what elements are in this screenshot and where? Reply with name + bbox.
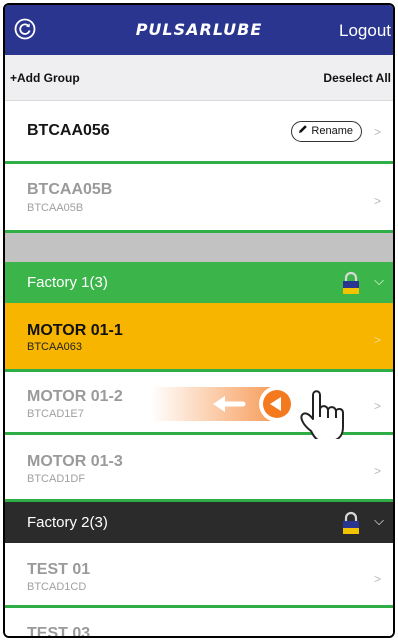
device-row[interactable]: BTCAA05B BTCAA05B >: [5, 164, 393, 230]
chevron-right-icon: >: [373, 399, 381, 413]
device-name: MOTOR 01-1: [27, 322, 123, 339]
rename-label: Rename: [311, 125, 353, 137]
lock-icon[interactable]: [342, 271, 360, 295]
lock-icon[interactable]: [342, 511, 360, 535]
chevron-right-icon: >: [373, 464, 381, 478]
app-logo: PULSARLUBE: [135, 20, 263, 39]
pencil-icon: [298, 122, 308, 141]
group-header-factory-2[interactable]: Factory 2(3) ⌵: [5, 502, 393, 543]
group-label: Factory 2(3): [27, 514, 108, 531]
device-name: TEST 03: [27, 625, 91, 638]
top-bar: PULSARLUBE Logout: [5, 5, 393, 55]
chevron-right-icon: >: [374, 633, 381, 636]
hand-swipe-left-icon: [151, 386, 344, 439]
device-name: BTCAA05B: [27, 181, 113, 198]
group-label: Factory 1(3): [27, 274, 108, 291]
device-id: BTCAD1E7: [27, 408, 84, 420]
logout-button[interactable]: Logout: [339, 21, 391, 41]
add-group-button[interactable]: +Add Group: [10, 71, 80, 85]
chevron-down-icon[interactable]: ⌵: [374, 513, 384, 529]
device-name: BTCAA056: [27, 122, 110, 139]
device-id: BTCAA05B: [27, 202, 84, 214]
device-row[interactable]: TEST 03 >: [5, 608, 393, 638]
group-toolbar: +Add Group Deselect All: [5, 55, 393, 101]
device-id: BTCAD1CD: [27, 581, 87, 593]
chevron-right-icon: >: [373, 194, 381, 208]
device-id: BTCAA063: [27, 341, 83, 353]
chevron-right-icon: >: [373, 572, 381, 586]
device-name: TEST 01: [27, 561, 91, 578]
chevron-down-icon[interactable]: ⌵: [374, 273, 384, 289]
device-row[interactable]: BTCAA056 Rename >: [5, 101, 393, 161]
device-id: BTCAD1DF: [27, 473, 86, 485]
section-spacer: [5, 233, 393, 262]
app-frame: PULSARLUBE Logout +Add Group Deselect Al…: [3, 3, 395, 638]
device-row[interactable]: TEST 01 BTCAD1CD >: [5, 543, 393, 605]
device-name: MOTOR 01-2: [27, 388, 123, 405]
group-header-factory-1[interactable]: Factory 1(3) ⌵: [5, 262, 393, 303]
deselect-all-button[interactable]: Deselect All: [323, 71, 391, 85]
rename-button[interactable]: Rename: [291, 121, 362, 142]
device-name: MOTOR 01-3: [27, 453, 123, 470]
device-row[interactable]: MOTOR 01-3 BTCAD1DF >: [5, 435, 393, 499]
chevron-right-icon: >: [373, 125, 381, 139]
chevron-right-icon: >: [373, 333, 381, 347]
device-row-selected[interactable]: MOTOR 01-1 BTCAA063 >: [5, 303, 393, 369]
